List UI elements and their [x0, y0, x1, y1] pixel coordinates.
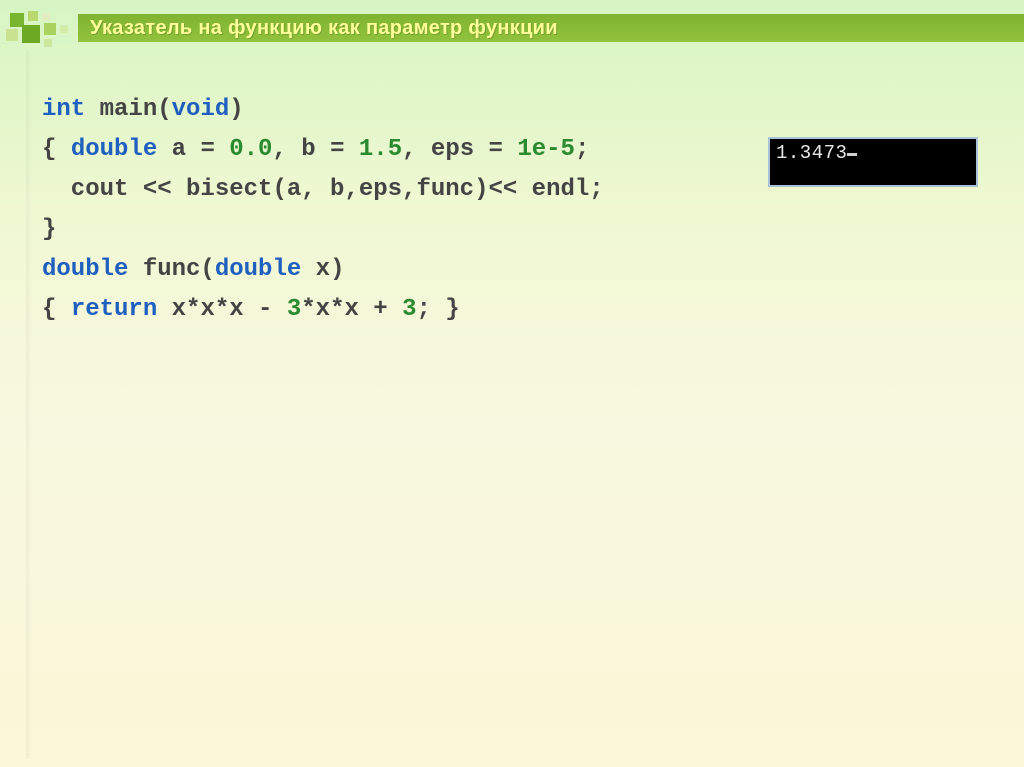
header: Указатель на функцию как параметр функци…	[0, 8, 1024, 48]
console-output: 1.3473	[768, 137, 978, 187]
code-text: {	[42, 296, 71, 323]
number-literal: 1.5	[359, 136, 402, 163]
code-text: ;	[575, 136, 589, 163]
number-literal: 3	[402, 296, 416, 323]
left-shadow	[26, 50, 32, 759]
slide-title: Указатель на функцию как параметр функци…	[78, 14, 1024, 42]
deco-square	[44, 23, 56, 35]
deco-square	[28, 11, 38, 21]
deco-square	[42, 13, 50, 21]
code-line: }	[42, 210, 984, 250]
keyword: double	[215, 256, 301, 283]
slide: Указатель на функцию как параметр функци…	[0, 0, 1024, 767]
code-line: double func(double x)	[42, 250, 984, 290]
cursor-icon	[847, 153, 857, 156]
keyword: double	[42, 256, 128, 283]
number-literal: 1e-5	[517, 136, 575, 163]
code-line: { return x*x*x - 3*x*x + 3; }	[42, 290, 984, 330]
keyword: void	[172, 96, 230, 123]
code-text: a =	[157, 136, 229, 163]
code-text: , eps =	[402, 136, 517, 163]
number-literal: 3	[287, 296, 301, 323]
code-text: main(	[85, 96, 171, 123]
code-line: int main(void)	[42, 90, 984, 130]
keyword: double	[71, 136, 157, 163]
code-text: x)	[301, 256, 344, 283]
code-text: ; }	[417, 296, 460, 323]
keyword: int	[42, 96, 85, 123]
deco-square	[60, 25, 68, 33]
code-text: *x*x +	[301, 296, 402, 323]
code-text: , b =	[272, 136, 358, 163]
keyword: return	[71, 296, 157, 323]
code-text: func(	[128, 256, 214, 283]
deco-square	[22, 25, 40, 43]
code-text: )	[229, 96, 243, 123]
code-text: {	[42, 136, 71, 163]
deco-square	[44, 39, 52, 47]
number-literal: 0.0	[229, 136, 272, 163]
code-block: int main(void) { double a = 0.0, b = 1.5…	[42, 90, 984, 330]
deco-square	[6, 29, 18, 41]
code-text: x*x*x -	[157, 296, 287, 323]
console-text: 1.3473	[776, 142, 847, 164]
logo-squares	[6, 11, 78, 45]
